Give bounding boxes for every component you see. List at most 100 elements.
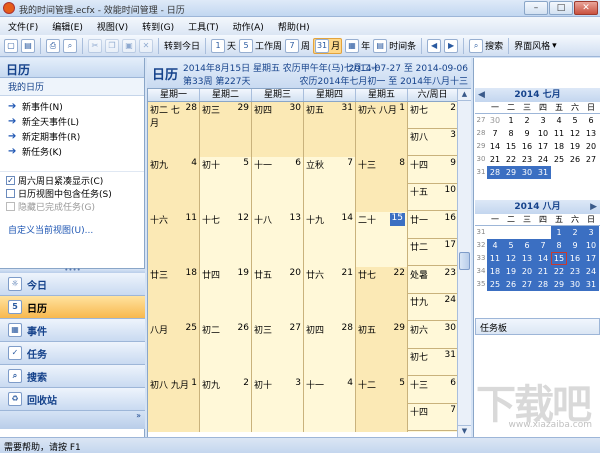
forward-icon[interactable]: ▶ [444,38,459,53]
day-cell[interactable]: 初三 27 [252,322,304,377]
nav-button-calendar[interactable]: 5 日历 [0,296,145,319]
weekend-day-cell[interactable]: 十三 6 [408,377,458,404]
mini-day[interactable]: 16 [519,140,535,153]
mini-day[interactable]: 14 [487,140,503,153]
mini-day[interactable]: 18 [487,265,503,278]
include-tasks-checkbox[interactable] [6,189,15,198]
mini-day[interactable]: 7 [487,127,503,140]
mini-day[interactable]: 27 [583,153,599,166]
day-cell[interactable]: 初九 4 [148,157,200,212]
mini-day[interactable]: 3 [535,114,551,127]
new-event-link[interactable]: ➔ 新事件(N) [8,99,144,114]
weekend-day-cell[interactable]: 十五 10 [408,184,458,211]
mini-day[interactable]: 2 [567,226,583,239]
mini-day[interactable]: 26 [567,153,583,166]
mini-day[interactable]: 4 [487,239,503,252]
weekend-day-cell[interactable]: 十四 7 [408,404,458,431]
mini-day[interactable]: 31 [583,278,599,291]
mini-day[interactable]: 14 [535,252,551,265]
menu-tools[interactable]: 工具(T) [188,20,219,33]
paste-icon[interactable]: ▣ [122,38,136,53]
mini-day[interactable]: 11 [487,252,503,265]
compact-weekend-checkbox[interactable]: ✓ [6,176,15,185]
mini-day[interactable]: 13 [583,127,599,140]
day-cell[interactable]: 初二 七月 28 [148,102,200,157]
close-button[interactable]: ✕ [574,1,598,15]
mini-day[interactable]: 8 [503,127,519,140]
mini-day[interactable]: 13 [519,252,535,265]
new-allday-event-link[interactable]: ➔ 新全天事件(L) [8,114,144,129]
scroll-thumb[interactable] [459,252,470,270]
mini-day[interactable]: 28 [535,278,551,291]
mini-day[interactable]: 18 [551,140,567,153]
copy-icon[interactable]: ❐ [105,38,119,53]
menu-goto[interactable]: 转到(G) [142,20,174,33]
mini-day[interactable]: 25 [551,153,567,166]
mini-day[interactable]: 22 [503,153,519,166]
day-cell[interactable]: 廿五 20 [252,267,304,322]
day-cell[interactable]: 二十 15 [356,212,408,267]
new-recurring-event-link[interactable]: ➔ 新定期事件(R) [8,129,144,144]
weekend-day-cell[interactable]: 廿一 16 [408,212,458,239]
menu-view[interactable]: 视图(V) [97,20,128,33]
workweek-view-button[interactable]: 5 工作周 [239,38,282,53]
mini-day[interactable]: 17 [535,140,551,153]
mini-day[interactable]: 9 [567,239,583,252]
maximize-button[interactable]: □ [549,1,573,15]
mini-day[interactable]: 20 [583,140,599,153]
mini-day[interactable]: 19 [503,265,519,278]
scroll-up-button[interactable]: ▲ [458,89,471,101]
mini-day[interactable]: 30 [519,166,535,179]
day-cell[interactable]: 初四 30 [252,102,304,157]
weekend-day-cell[interactable]: 初七 31 [408,349,458,376]
mini-day[interactable]: 29 [503,166,519,179]
mini-day[interactable]: 24 [583,265,599,278]
mini-day[interactable]: 4 [551,114,567,127]
nav-section-my-calendar[interactable]: 我的日历 [0,78,144,96]
new-task-link[interactable]: ➔ 新任务(K) [8,144,144,159]
day-cell[interactable]: 十七 12 [200,212,252,267]
search-button[interactable]: ⌕ 搜索 [469,38,503,53]
delete-icon[interactable]: ✕ [139,38,153,53]
print-icon[interactable]: ⎙ [46,38,60,53]
nav-button-task[interactable]: ✓ 任务 [0,342,145,365]
mini-day[interactable]: 19 [567,140,583,153]
mini-day[interactable]: 30 [487,114,503,127]
nav-button-search[interactable]: ⌕ 搜索 [0,365,145,388]
day-cell[interactable]: 立秋 7 [304,157,356,212]
mini-day[interactable]: 17 [583,252,599,265]
mini-day[interactable]: 26 [503,278,519,291]
style-dropdown[interactable]: 界面风格 ▾ [514,39,557,53]
mini-day[interactable]: 1 [503,114,519,127]
mini-day[interactable]: 21 [487,153,503,166]
mini-day[interactable]: 10 [583,239,599,252]
task-board[interactable]: 任务板 [475,318,600,335]
day-cell[interactable]: 初二 26 [200,322,252,377]
day-cell[interactable]: 初九 2 [200,377,252,432]
mini-day[interactable]: 7 [535,239,551,252]
include-tasks-option[interactable]: 日历视图中包含任务(S) [6,187,144,200]
day-cell[interactable]: 初四 28 [304,322,356,377]
day-cell[interactable]: 八月 25 [148,322,200,377]
mini-day[interactable]: 6 [519,239,535,252]
mini-day[interactable]: 31 [535,166,551,179]
mini-day[interactable]: 3 [583,226,599,239]
day-cell[interactable]: 初五 29 [356,322,408,377]
day-cell[interactable]: 廿四 19 [200,267,252,322]
menu-edit[interactable]: 编辑(E) [52,20,83,33]
week-view-button[interactable]: 7周 [285,38,310,53]
day-cell[interactable]: 廿六 21 [304,267,356,322]
menu-file[interactable]: 文件(F) [8,20,38,33]
new-icon[interactable]: ▢ [4,38,18,53]
mini-day[interactable]: 12 [503,252,519,265]
menu-help[interactable]: 帮助(H) [278,20,310,33]
mini-day[interactable]: 1 [551,226,567,239]
nav-button-recycle[interactable]: ♻ 回收站 [0,388,145,411]
day-cell[interactable]: 十六 11 [148,212,200,267]
day-cell[interactable]: 初十 3 [252,377,304,432]
day-cell[interactable]: 十一 4 [304,377,356,432]
weekend-day-cell[interactable]: 处暑 23 [408,267,458,294]
nav-button-today[interactable]: ☼ 今日 [0,273,145,296]
weekend-day-cell[interactable]: 廿二 17 [408,239,458,266]
day-cell[interactable]: 十八 13 [252,212,304,267]
